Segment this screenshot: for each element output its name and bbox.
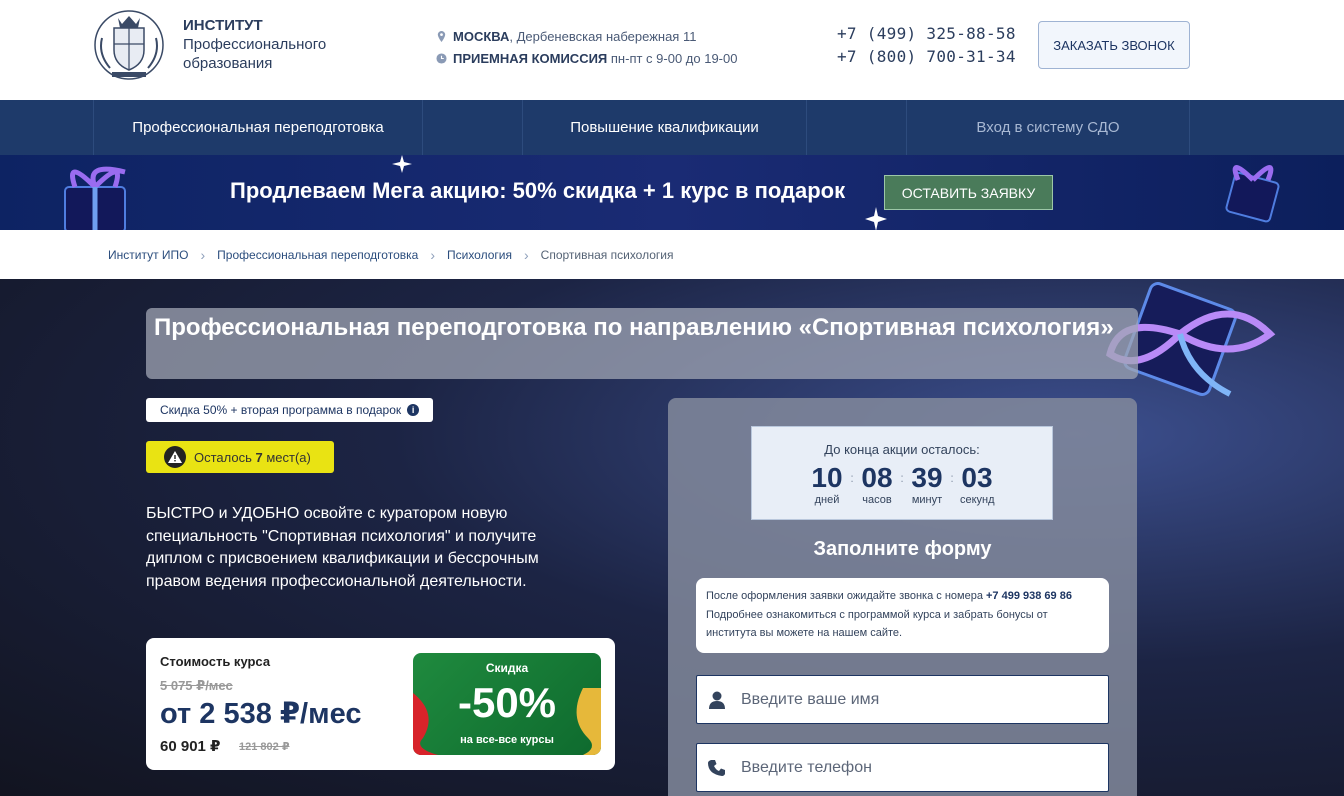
leave-request-button[interactable]: ОСТАВИТЬ ЗАЯВКУ bbox=[884, 175, 1053, 210]
phone-link-1[interactable]: +7 (499) 325-88-58 bbox=[837, 22, 1016, 45]
clock-icon bbox=[436, 52, 447, 64]
breadcrumb-link-psychology[interactable]: Психология bbox=[447, 248, 512, 262]
days-value: 10 bbox=[811, 462, 843, 493]
price-label: Стоимость курса bbox=[160, 654, 271, 669]
user-icon bbox=[697, 691, 737, 709]
main-navigation: Профессиональная переподготовка Повышени… bbox=[0, 100, 1344, 155]
nav-item-lms-login[interactable]: Вход в систему СДО bbox=[906, 100, 1190, 155]
hero-section: Профессиональная переподготовка по напра… bbox=[0, 279, 1344, 796]
note-rest: Подробнее ознакомиться с программой курс… bbox=[706, 608, 1048, 640]
note-prefix: После оформления заявки ожидайте звонка … bbox=[706, 590, 986, 602]
site-header: ИНСТИТУТ Профессионального образования М… bbox=[0, 0, 1344, 100]
page-title: Профессиональная переподготовка по напра… bbox=[154, 314, 1114, 341]
gift-box-decoration bbox=[1225, 165, 1280, 223]
admission-hours: пн-пт с 9-00 до 19-00 bbox=[607, 50, 738, 66]
seats-left-badge: Осталось 7 мест(а) bbox=[146, 441, 334, 473]
sale-title: Скидка bbox=[485, 661, 529, 675]
page-title-box: Профессиональная переподготовка по напра… bbox=[146, 308, 1138, 379]
sale-value: -50% bbox=[457, 679, 557, 726]
seats-prefix: Осталось bbox=[194, 449, 256, 465]
breadcrumb-link-retraining[interactable]: Профессиональная переподготовка bbox=[217, 248, 418, 262]
brand-line-3: образования bbox=[183, 55, 273, 72]
address-row: МОСКВА, Дербеневская набережная 11 bbox=[436, 25, 737, 47]
timer-label: До конца акции осталось: bbox=[824, 442, 980, 457]
institute-crest-logo[interactable] bbox=[92, 8, 166, 82]
breadcrumb: Институт ИПО › Профессиональная переподг… bbox=[0, 230, 1344, 279]
order-callback-button[interactable]: ЗАКАЗАТЬ ЗВОНОК bbox=[1038, 21, 1190, 69]
address-text: , Дербеневская набережная 11 bbox=[509, 28, 697, 44]
name-field[interactable] bbox=[696, 675, 1109, 724]
timer-days: 10 дней bbox=[810, 462, 844, 506]
form-title: Заполните форму bbox=[813, 538, 992, 560]
days-label: дней bbox=[814, 494, 840, 506]
seconds-value: 03 bbox=[961, 462, 993, 493]
full-old-price: 121 802 ₽ bbox=[239, 741, 290, 753]
phone-numbers: +7 (499) 325-88-58 +7 (800) 700-31-34 bbox=[837, 22, 1016, 68]
sparkle-decoration bbox=[865, 207, 887, 230]
promo-banner: Продлеваем Мега акцию: 50% скидка + 1 ку… bbox=[0, 155, 1344, 230]
sale-caption: на все-все курсы bbox=[460, 734, 554, 746]
minutes-label: минут bbox=[911, 494, 943, 506]
hours-value: 08 bbox=[861, 462, 893, 493]
old-monthly-price: 5 075 ₽/мес bbox=[160, 678, 233, 693]
contact-info: МОСКВА, Дербеневская набережная 11 ПРИЕМ… bbox=[436, 25, 737, 69]
timer-hours: 08 часов bbox=[860, 462, 894, 506]
timer-separator: : bbox=[900, 471, 904, 485]
phone-input[interactable] bbox=[737, 758, 1097, 777]
course-description: БЫСТРО и УДОБНО освойте с куратором нову… bbox=[146, 505, 539, 590]
monthly-price: от 2 538 ₽/мес bbox=[160, 698, 362, 730]
countdown-timer: До конца акции осталось: 10 дней : 08 часо… bbox=[751, 426, 1053, 520]
timer-separator: : bbox=[950, 471, 954, 485]
discount-badge-text: Скидка 50% + вторая программа в подарок bbox=[160, 403, 402, 417]
brand-line-2: Профессионального bbox=[183, 36, 327, 53]
form-note: После оформления заявки ожидайте звонка … bbox=[696, 578, 1109, 653]
chevron-right-icon: › bbox=[523, 246, 529, 263]
nav-divider-cell bbox=[806, 100, 906, 155]
hours-label: часов bbox=[862, 494, 892, 506]
nav-item-retraining[interactable]: Профессиональная переподготовка bbox=[93, 100, 422, 155]
seats-count: 7 bbox=[255, 449, 263, 465]
note-phone: +7 499 938 69 86 bbox=[986, 590, 1072, 602]
price-card: Стоимость курса 5 075 ₽/мес от 2 538 ₽/м… bbox=[146, 638, 615, 770]
seconds-label: секунд bbox=[960, 494, 995, 506]
phone-link-2[interactable]: +7 (800) 700-31-34 bbox=[837, 45, 1016, 68]
phone-field[interactable] bbox=[696, 743, 1109, 792]
brand-line-1: ИНСТИТУТ bbox=[183, 17, 263, 34]
nav-divider-cell bbox=[422, 100, 522, 155]
brand-name[interactable]: ИНСТИТУТ Профессионального образования bbox=[183, 16, 326, 73]
warning-icon bbox=[164, 446, 186, 468]
minutes-value: 39 bbox=[911, 462, 943, 493]
discount-badge[interactable]: Скидка 50% + вторая программа в подарок … bbox=[146, 398, 434, 422]
sale-badge: Скидка -50% на все-все курсы bbox=[413, 653, 601, 755]
breadcrumb-current: Спортивная психология bbox=[540, 247, 674, 262]
admission-label: ПРИЕМНАЯ КОМИССИЯ bbox=[453, 50, 608, 66]
timer-seconds: 03 секунд bbox=[960, 462, 995, 506]
city-label: МОСКВА bbox=[453, 28, 510, 44]
admission-row: ПРИЕМНАЯ КОМИССИЯ пн-пт с 9-00 до 19-00 bbox=[436, 47, 737, 69]
seats-suffix: мест(а) bbox=[262, 449, 311, 465]
name-input[interactable] bbox=[737, 690, 1097, 709]
timer-minutes: 39 минут bbox=[910, 462, 944, 506]
phone-icon bbox=[697, 759, 737, 777]
timer-digits: 10 дней : 08 часов : 39 минут : 03 секунд bbox=[810, 462, 994, 506]
application-form-panel: До конца акции осталось: 10 дней : 08 часо… bbox=[668, 398, 1137, 796]
gift-box-decoration bbox=[64, 166, 126, 230]
breadcrumb-link-home[interactable]: Институт ИПО bbox=[108, 248, 189, 262]
info-icon[interactable]: i bbox=[407, 404, 420, 416]
nav-item-qualification[interactable]: Повышение квалификации bbox=[522, 100, 806, 155]
chevron-right-icon: › bbox=[430, 246, 435, 263]
timer-separator: : bbox=[850, 471, 854, 485]
chevron-right-icon: › bbox=[200, 246, 206, 263]
location-pin-icon bbox=[437, 30, 446, 42]
promo-text: Продлеваем Мега акцию: 50% скидка + 1 ку… bbox=[230, 178, 846, 203]
sparkle-decoration bbox=[392, 155, 412, 173]
full-price: 60 901 ₽ bbox=[160, 738, 221, 755]
